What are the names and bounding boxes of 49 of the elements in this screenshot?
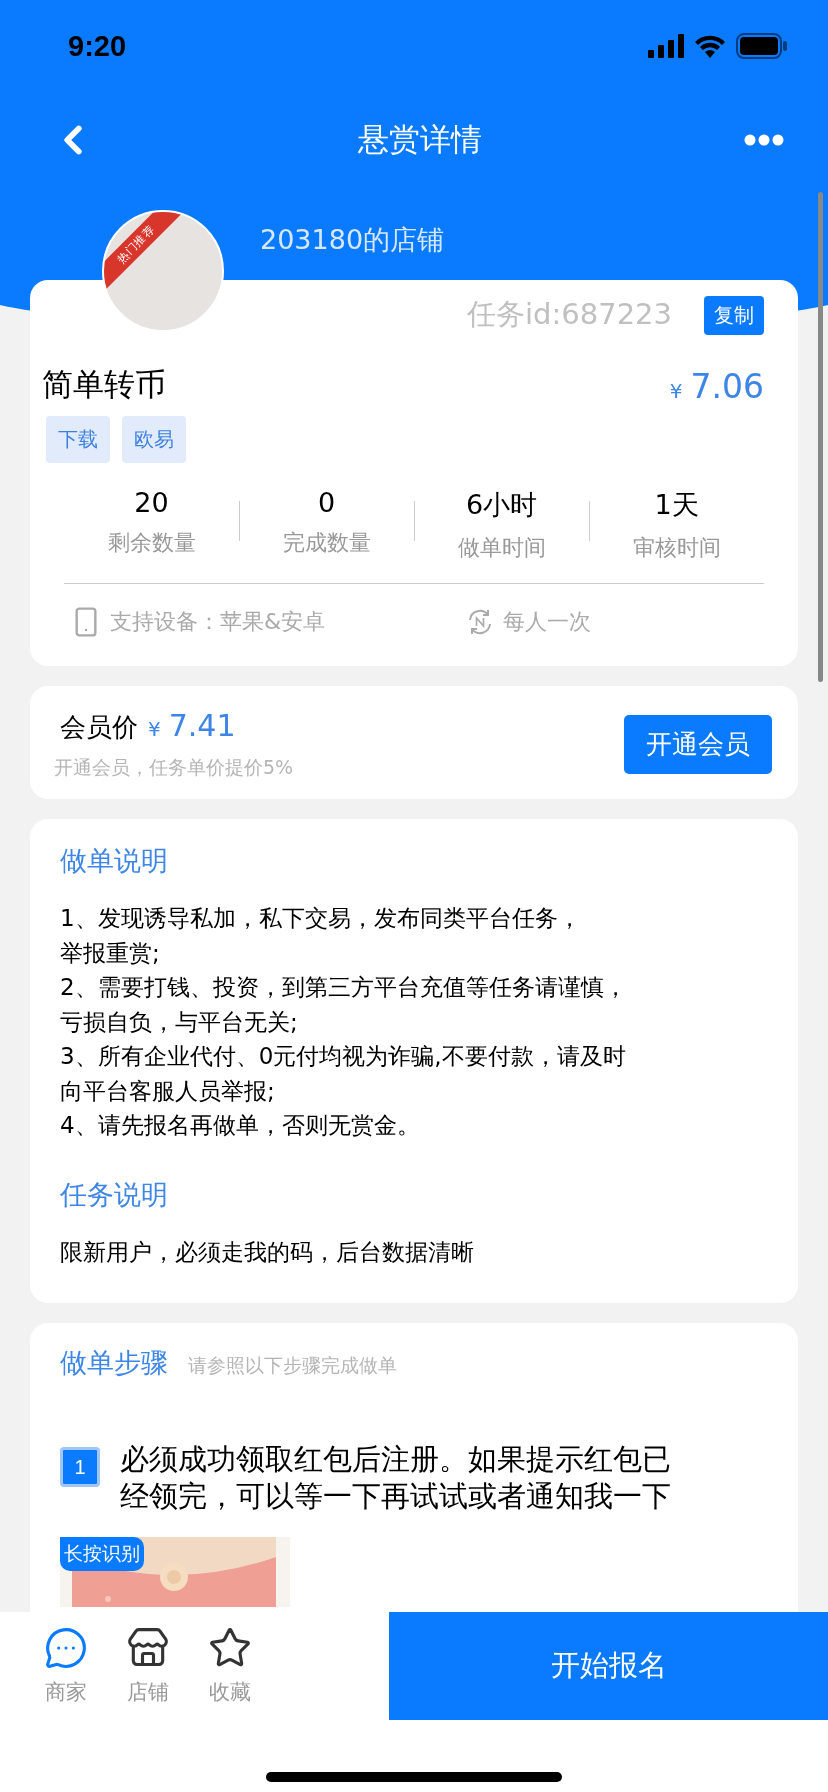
steps-hint: 请参照以下步骤完成做单 — [188, 1353, 397, 1378]
more-button[interactable] — [744, 134, 784, 146]
step-number: 1 — [60, 1447, 100, 1487]
instruction-text: 2、需要打钱、投资，到第三方平台充值等任务请谨慎， — [60, 973, 628, 1002]
instruction-text: 举报重赏; — [60, 938, 161, 968]
battery-icon — [736, 33, 788, 59]
signup-button[interactable]: 开始报名 — [389, 1612, 828, 1720]
shop-name: 203180的店铺 — [260, 223, 445, 257]
task-tag: 欧易 — [122, 416, 186, 463]
join-member-button[interactable]: 开通会员 — [624, 715, 772, 774]
instruction-text: 限新用户，必须走我的码，后台数据清晰 — [60, 1237, 475, 1267]
member-note: 开通会员，任务单价提价5% — [54, 755, 294, 780]
status-time: 9:20 — [68, 29, 127, 63]
member-price: ¥ 7.41 — [148, 708, 236, 743]
chat-icon — [44, 1626, 88, 1670]
image-badge: 长按识别 — [60, 1537, 144, 1572]
step-text: 经领完，可以等一下再试试或者通知我一下 — [120, 1478, 671, 1516]
bottom-tab[interactable]: 商家 — [44, 1626, 88, 1706]
more-icon — [744, 134, 784, 146]
instruction-text: 1、发现诱导私加，私下交易，发布同类平台任务， — [60, 904, 582, 933]
member-label: 会员价 — [60, 711, 138, 744]
stat-value: 6小时 — [465, 488, 538, 522]
step-text: 必须成功领取红包后注册。如果提示红包已 — [120, 1441, 671, 1478]
section-title: 做单说明 — [60, 844, 169, 878]
instruction-text: 3、所有企业代付、0元付均视为诈骗,不要付款，请及时 — [60, 1042, 627, 1071]
device-support: 支持设备：苹果&安卓 — [110, 608, 326, 636]
task-price: ¥ 7.06 — [669, 367, 764, 406]
bottom-tab[interactable]: 店铺 — [126, 1626, 170, 1706]
stat-value: 0 — [317, 487, 336, 518]
frequency: 每人一次 — [503, 608, 592, 636]
copy-button[interactable]: 复制 — [704, 295, 764, 335]
wifi-icon — [694, 34, 726, 58]
section-title: 任务说明 — [60, 1177, 169, 1212]
stat-value: 20 — [134, 487, 169, 518]
stat-label: 完成数量 — [282, 529, 371, 557]
stat-label: 做单时间 — [457, 534, 546, 562]
stat-label: 审核时间 — [632, 534, 721, 562]
instruction-text: 亏损自负，与平台无关; — [60, 1007, 299, 1037]
bottom-tab[interactable]: 收藏 — [208, 1626, 252, 1706]
stat-label: 剩余数量 — [107, 529, 196, 557]
instruction-text: 4、请先报名再做单，否则无赏金。 — [60, 1111, 421, 1140]
task-tag: 下载 — [46, 416, 110, 463]
instruction-text: 向平台客服人员举报; — [60, 1076, 276, 1106]
signal-icon — [648, 34, 684, 58]
page-title: 悬赏详情 — [358, 120, 482, 159]
task-title: 简单转币 — [42, 365, 166, 404]
task-id: 任务id:687223 — [467, 296, 672, 333]
section-title: 做单步骤 — [60, 1346, 168, 1380]
stat-value: 1天 — [654, 488, 699, 522]
